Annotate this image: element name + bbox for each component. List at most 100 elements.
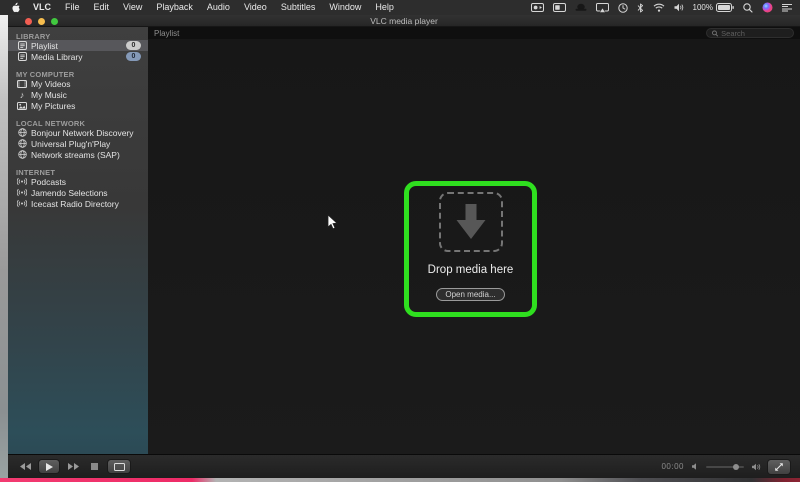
desktop: VLC File Edit View Playback Audio Video … [0, 0, 800, 482]
playlist-content-area: Drop media here Open media... [148, 39, 800, 454]
menu-view[interactable]: View [116, 0, 149, 15]
broadcast-icon [17, 199, 27, 208]
sidebar-section-my-computer: MY COMPUTER My Videos ♪ My Music My Pict… [8, 69, 148, 111]
search-icon [712, 30, 718, 37]
volume-slider[interactable] [706, 466, 744, 468]
menu-subtitles[interactable]: Subtitles [274, 0, 323, 15]
apple-menu-icon[interactable] [6, 2, 26, 13]
menu-edit[interactable]: Edit [87, 0, 117, 15]
playlist-count-badge: 0 [126, 41, 141, 50]
background-timeline-edge [0, 478, 800, 482]
playlist-header-title: Playlist [154, 29, 179, 38]
annotation-highlight-box: Drop media here Open media... [404, 181, 537, 317]
videos-icon [17, 80, 27, 88]
open-media-button[interactable]: Open media... [436, 288, 504, 301]
battery-icon [716, 3, 734, 12]
siri-icon[interactable] [762, 2, 773, 13]
section-header: LOCAL NETWORK [8, 118, 148, 127]
sidebar-item-label: My Pictures [31, 101, 75, 111]
sidebar-item-label: Playlist [31, 41, 58, 51]
sidebar-item-playlist[interactable]: Playlist 0 [8, 40, 148, 51]
hat-menulet-icon[interactable] [575, 3, 587, 12]
previous-button[interactable] [18, 463, 32, 470]
sidebar-item-icecast[interactable]: Icecast Radio Directory [8, 198, 148, 209]
globe-icon [17, 128, 27, 137]
sidebar-item-label: Network streams (SAP) [31, 150, 120, 160]
sidebar-item-label: My Videos [31, 79, 71, 89]
globe-icon [17, 139, 27, 148]
fullscreen-button[interactable] [768, 460, 790, 474]
time-machine-icon[interactable] [618, 3, 628, 13]
music-icon: ♪ [17, 90, 27, 100]
sidebar-item-label: Bonjour Network Discovery [31, 128, 134, 138]
window-title: VLC media player [8, 16, 800, 26]
spotlight-icon[interactable] [743, 3, 753, 13]
broadcast-icon [17, 188, 27, 197]
globe-icon [17, 150, 27, 159]
sidebar-item-bonjour[interactable]: Bonjour Network Discovery [8, 127, 148, 138]
sidebar-item-my-pictures[interactable]: My Pictures [8, 100, 148, 111]
menu-bar: VLC File Edit View Playback Audio Video … [0, 0, 800, 15]
pictures-icon [17, 102, 27, 110]
sidebar-item-label: Media Library [31, 52, 83, 62]
search-field[interactable] [706, 28, 794, 38]
sidebar: LIBRARY Playlist 0 Media Library 0 MY CO… [8, 27, 148, 454]
search-input[interactable] [721, 29, 788, 38]
sidebar-item-label: My Music [31, 90, 67, 100]
section-header: LIBRARY [8, 31, 148, 40]
bluetooth-icon[interactable] [637, 3, 644, 13]
sidebar-item-podcasts[interactable]: Podcasts [8, 176, 148, 187]
display-icon[interactable] [553, 3, 566, 12]
drop-media-label: Drop media here [428, 264, 514, 276]
notification-center-icon[interactable] [782, 3, 792, 12]
sidebar-section-library: LIBRARY Playlist 0 Media Library 0 [8, 31, 148, 62]
sidebar-item-label: Jamendo Selections [31, 188, 108, 198]
menu-file[interactable]: File [58, 0, 87, 15]
sidebar-item-label: Icecast Radio Directory [31, 199, 119, 209]
volume-high-icon[interactable] [751, 463, 761, 471]
menu-audio[interactable]: Audio [200, 0, 237, 15]
drop-media-target[interactable] [439, 192, 503, 252]
mouse-cursor [327, 214, 339, 230]
window-title-bar[interactable]: VLC media player [8, 15, 800, 27]
section-header: MY COMPUTER [8, 69, 148, 78]
background-window-edge [0, 15, 8, 482]
battery-percent: 100% [693, 3, 713, 12]
menu-vlc[interactable]: VLC [26, 0, 58, 15]
menu-bar-status-area: 100% [531, 2, 800, 13]
sidebar-section-internet: INTERNET Podcasts Jamendo Selections Ice… [8, 167, 148, 209]
airplay-icon[interactable] [596, 3, 609, 13]
play-button[interactable] [39, 460, 59, 473]
volume-slider-knob[interactable] [733, 464, 739, 470]
download-arrow-icon [456, 204, 486, 240]
section-header: INTERNET [8, 167, 148, 176]
playlist-toggle-button[interactable] [108, 460, 130, 473]
battery-indicator[interactable]: 100% [693, 3, 734, 12]
playlist-header-bar: Playlist [148, 27, 800, 39]
time-display: 00:00 [661, 462, 684, 471]
menu-video[interactable]: Video [237, 0, 274, 15]
sidebar-item-my-videos[interactable]: My Videos [8, 78, 148, 89]
volume-low-icon[interactable] [691, 463, 699, 470]
sidebar-item-jamendo[interactable]: Jamendo Selections [8, 187, 148, 198]
wifi-icon[interactable] [653, 3, 665, 12]
stop-button[interactable] [87, 463, 101, 470]
media-library-count-badge: 0 [126, 52, 141, 61]
screen-record-icon[interactable] [531, 3, 544, 12]
menu-help[interactable]: Help [368, 0, 401, 15]
sidebar-item-upnp[interactable]: Universal Plug'n'Play [8, 138, 148, 149]
sidebar-item-label: Universal Plug'n'Play [31, 139, 110, 149]
sidebar-section-local-network: LOCAL NETWORK Bonjour Network Discovery … [8, 118, 148, 160]
menu-window[interactable]: Window [322, 0, 368, 15]
playback-control-bar: 00:00 [8, 454, 800, 478]
sidebar-item-my-music[interactable]: ♪ My Music [8, 89, 148, 100]
playlist-icon [17, 41, 27, 50]
broadcast-icon [17, 177, 27, 186]
next-button[interactable] [66, 463, 80, 470]
media-library-icon [17, 52, 27, 61]
volume-icon[interactable] [674, 3, 684, 12]
sidebar-item-network-streams[interactable]: Network streams (SAP) [8, 149, 148, 160]
menu-playback[interactable]: Playback [149, 0, 200, 15]
sidebar-item-label: Podcasts [31, 177, 66, 187]
sidebar-item-media-library[interactable]: Media Library 0 [8, 51, 148, 62]
